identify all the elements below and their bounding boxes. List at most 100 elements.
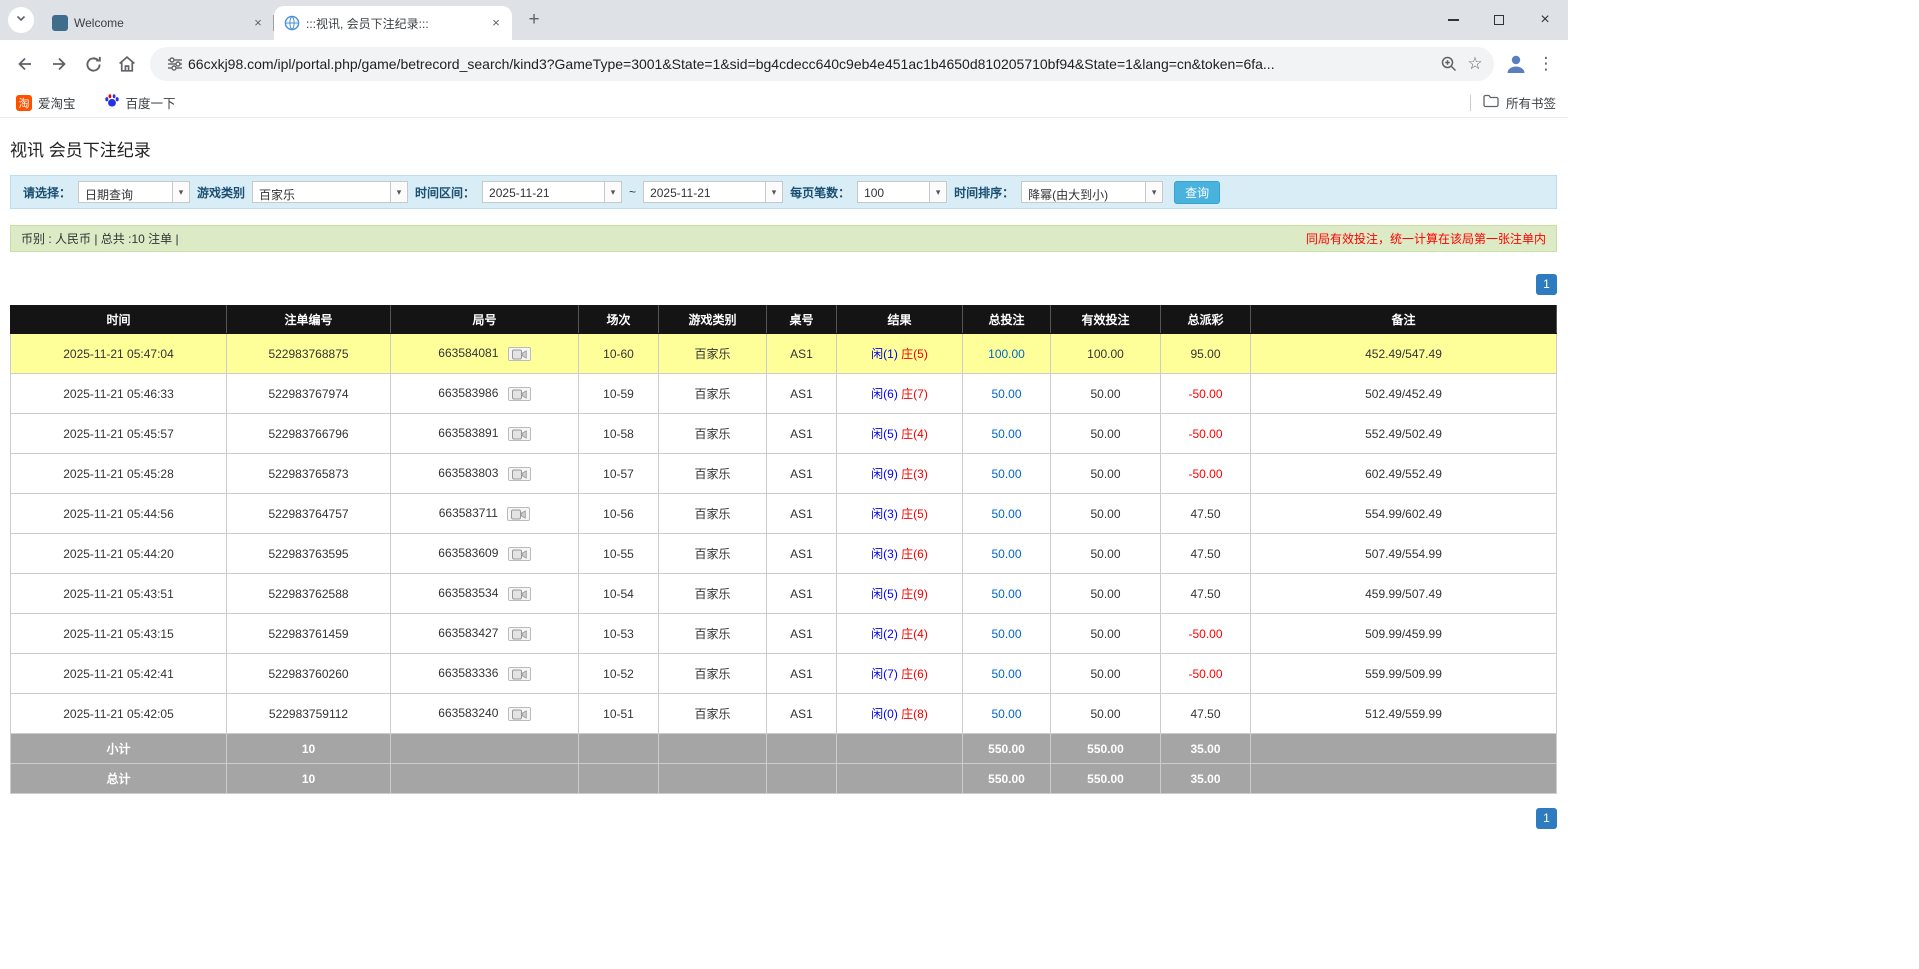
footer-cell [837,764,963,794]
site-info-icon[interactable] [162,51,188,77]
cell-time: 2025-11-21 05:44:56 [11,494,227,534]
chevron-down-icon[interactable]: ▾ [390,182,407,202]
bet-row: 2025-11-21 05:45:57522983766796663583891… [11,414,1557,454]
player-result: 闲(5) [871,427,898,441]
game-type-select[interactable]: 百家乐 ▾ [252,181,408,203]
cell-session: 10-54 [579,574,659,614]
video-replay-icon[interactable] [508,547,531,561]
bookmark-star-icon[interactable]: ☆ [1462,51,1488,77]
per-page-select[interactable]: 100 ▾ [857,181,947,203]
bet-row: 2025-11-21 05:44:20522983763595663583609… [11,534,1557,574]
bookmark-taobao[interactable]: 淘 爱淘宝 [12,91,80,115]
back-button[interactable] [8,47,42,81]
cell-payout: -50.00 [1161,614,1251,654]
zoom-icon[interactable] [1436,51,1462,77]
player-result: 闲(3) [871,547,898,561]
total-bet-link[interactable]: 50.00 [991,387,1021,401]
address-bar[interactable]: 66cxkj98.com/ipl/portal.php/game/betreco… [150,47,1494,81]
back-icon [15,54,35,74]
tab-betrecord[interactable]: :::视讯, 会员下注纪录::: × [274,6,512,40]
forward-button[interactable] [42,47,76,81]
bookmark-baidu[interactable]: 百度一下 [100,91,180,115]
cell-note: 552.49/502.49 [1251,414,1557,454]
total-bet-link[interactable]: 100.00 [988,347,1025,361]
total-bet-link[interactable]: 50.00 [991,627,1021,641]
cell-result: 闲(0) 庄(8) [837,694,963,734]
cell-total-bet: 50.00 [963,494,1051,534]
reload-button[interactable] [76,47,110,81]
globe-favicon [284,15,300,31]
chevron-down-icon[interactable]: ▾ [604,182,621,202]
game-type-value: 百家乐 [253,182,390,202]
sort-select[interactable]: 降幂(由大到小) ▾ [1021,181,1163,203]
player-result: 闲(0) [871,707,898,721]
tab-close-icon[interactable]: × [250,15,266,31]
video-replay-icon[interactable] [508,347,531,361]
footer-total-bet: 550.00 [963,734,1051,764]
banker-result: 庄(6) [901,547,928,561]
video-replay-icon[interactable] [508,587,531,601]
cell-session: 10-59 [579,374,659,414]
cell-total-bet: 50.00 [963,614,1051,654]
date-from-select[interactable]: 2025-11-21 ▾ [482,181,622,203]
query-type-select[interactable]: 日期查询 ▾ [78,181,190,203]
cell-result: 闲(1) 庄(5) [837,334,963,374]
total-bet-link[interactable]: 50.00 [991,667,1021,681]
video-replay-icon[interactable] [508,467,531,481]
url-text[interactable]: 66cxkj98.com/ipl/portal.php/game/betreco… [188,56,1436,72]
all-bookmarks-button[interactable]: 所有书签 [1483,93,1556,112]
banker-result: 庄(4) [901,627,928,641]
cell-result: 闲(3) 庄(6) [837,534,963,574]
maximize-icon [1494,15,1504,25]
total-bet-link[interactable]: 50.00 [991,427,1021,441]
cell-payout: -50.00 [1161,414,1251,454]
footer-cell [767,734,837,764]
video-replay-icon[interactable] [508,707,531,721]
video-replay-icon[interactable] [508,427,531,441]
welcome-tab-favicon [52,15,68,31]
cell-note: 512.49/559.99 [1251,694,1557,734]
new-tab-button[interactable]: + [520,6,548,34]
cell-payout: 47.50 [1161,694,1251,734]
cell-total-bet: 50.00 [963,654,1051,694]
col-header-bet-id: 注单编号 [227,306,391,334]
cell-bet-id: 522983768875 [227,334,391,374]
close-window-button[interactable]: × [1522,0,1568,40]
video-replay-icon[interactable] [508,387,531,401]
cell-game-type: 百家乐 [659,534,767,574]
home-button[interactable] [110,47,144,81]
cell-total-bet: 100.00 [963,334,1051,374]
date-to-select[interactable]: 2025-11-21 ▾ [643,181,783,203]
chevron-down-icon[interactable]: ▾ [172,182,189,202]
total-bet-link[interactable]: 50.00 [991,707,1021,721]
cell-total-bet: 50.00 [963,454,1051,494]
cell-valid-bet: 50.00 [1051,494,1161,534]
chevron-down-icon[interactable]: ▾ [1145,182,1162,202]
cell-note: 502.49/452.49 [1251,374,1557,414]
video-replay-icon[interactable] [508,667,531,681]
page-1-button[interactable]: 1 [1536,808,1557,829]
search-button[interactable]: 查询 [1174,181,1220,204]
maximize-button[interactable] [1476,0,1522,40]
tab-welcome[interactable]: Welcome × [42,6,274,40]
tab-close-icon[interactable]: × [488,15,504,31]
total-bet-link[interactable]: 50.00 [991,547,1021,561]
cell-bet-id: 522983765873 [227,454,391,494]
cell-time: 2025-11-21 05:42:05 [11,694,227,734]
cell-round: 663583711 [391,494,579,534]
video-replay-icon[interactable] [508,627,531,641]
total-bet-link[interactable]: 50.00 [991,507,1021,521]
range-separator: ~ [629,185,636,199]
cell-bet-id: 522983767974 [227,374,391,414]
cell-total-bet: 50.00 [963,534,1051,574]
tab-search-button[interactable] [8,7,34,33]
page-1-button[interactable]: 1 [1536,274,1557,295]
chevron-down-icon[interactable]: ▾ [929,182,946,202]
chevron-down-icon[interactable]: ▾ [765,182,782,202]
menu-icon[interactable]: ⋮ [1532,48,1560,80]
video-replay-icon[interactable] [507,507,530,521]
profile-avatar[interactable] [1500,48,1532,80]
total-bet-link[interactable]: 50.00 [991,467,1021,481]
total-bet-link[interactable]: 50.00 [991,587,1021,601]
minimize-button[interactable] [1430,0,1476,40]
